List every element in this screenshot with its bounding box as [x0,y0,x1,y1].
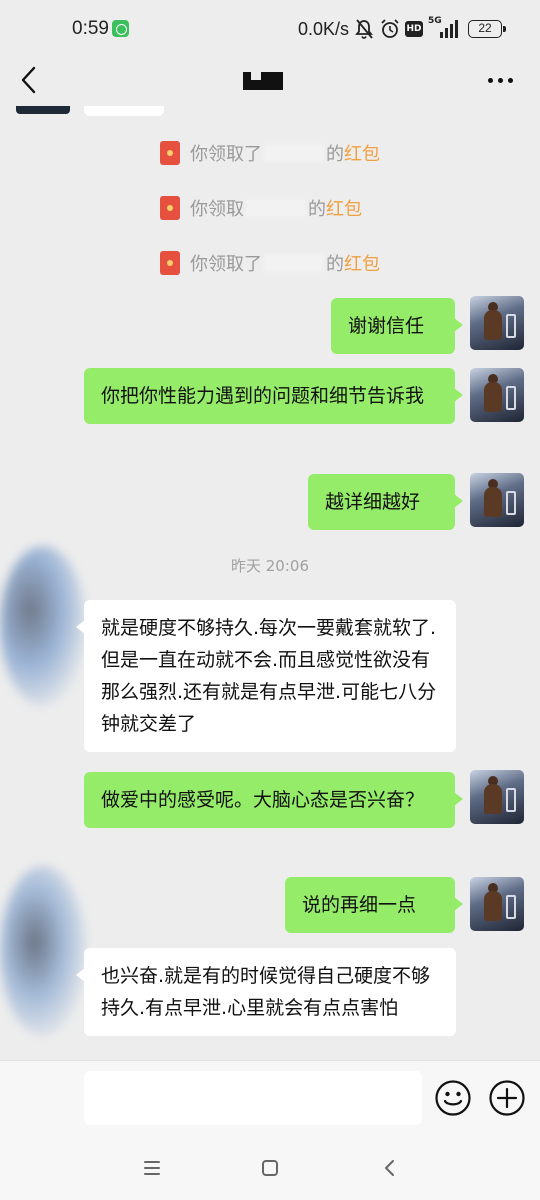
chat-title-redacted [243,72,283,90]
signal-icon [440,20,458,38]
app-notification-icon [112,20,129,37]
message-bubble-received[interactable]: 就是硬度不够持久.每次一要戴套就软了.但是一直在动就不会.而且感觉性欲没有那么强… [76,600,456,752]
status-time: 0:59 [72,18,109,39]
avatar[interactable] [470,368,524,422]
redacted-name [264,144,324,162]
message-bubble-sent[interactable]: 你把你性能力遇到的问题和细节告诉我 [84,368,463,424]
emoji-icon[interactable] [434,1079,472,1117]
input-bar [0,1060,540,1136]
home-square-icon[interactable] [258,1156,282,1180]
more-dots-icon[interactable] [486,68,516,92]
avatar[interactable] [470,770,524,824]
message-list[interactable]: 你领取了 的 红包 你领取 的 红包 你领取了 的 红包 谢谢信任 你把你性能力… [0,106,540,1060]
avatar[interactable] [16,106,70,114]
message-input[interactable] [84,1071,422,1125]
hd-badge: HD [405,21,423,37]
message-bubble-sent[interactable]: 说的再细一点 [285,877,463,933]
avatar[interactable] [0,546,86,706]
back-nav-icon[interactable] [378,1156,402,1180]
message-bubble-received[interactable]: 也兴奋.就是有的时候觉得自己硬度不够持久.有点早泄.心里就会有点点害怕 [76,948,456,1036]
redacted-name [246,199,306,217]
message-bubble-sent[interactable]: 越详细越好 [308,474,463,530]
status-bar: 0:59 0.0K/s HD 5G 22 [0,0,540,56]
red-packet-link[interactable]: 红包 [344,140,380,166]
red-packet-icon [160,196,180,220]
red-packet-link[interactable]: 红包 [344,250,380,276]
red-packet-icon [160,251,180,275]
avatar[interactable] [0,866,86,1036]
chevron-left-icon[interactable] [14,60,46,100]
message-bubble-sent[interactable]: 谢谢信任 [331,298,463,354]
system-nav-bar [0,1136,540,1200]
red-packet-link[interactable]: 红包 [326,195,362,221]
redacted-name [264,254,324,272]
menu-icon[interactable] [140,1156,164,1180]
network-speed: 0.0K/s [298,19,350,39]
system-message: 你领取了 的 红包 [160,138,380,168]
chat-header [0,56,540,106]
mute-bell-icon [355,19,373,39]
message-bubble-clipped [84,106,164,116]
system-message: 你领取了 的 红包 [160,248,380,278]
timestamp: 昨天 20:06 [231,557,309,575]
system-message: 你领取 的 红包 [160,193,362,223]
message-bubble-sent[interactable]: 做爱中的感受呢。大脑心态是否兴奋？ [84,772,463,828]
battery-icon: 22 [468,20,506,38]
red-packet-icon [160,141,180,165]
avatar[interactable] [470,877,524,931]
plus-icon[interactable] [488,1079,526,1117]
alarm-icon [381,19,399,38]
avatar[interactable] [470,296,524,350]
avatar[interactable] [470,473,524,527]
